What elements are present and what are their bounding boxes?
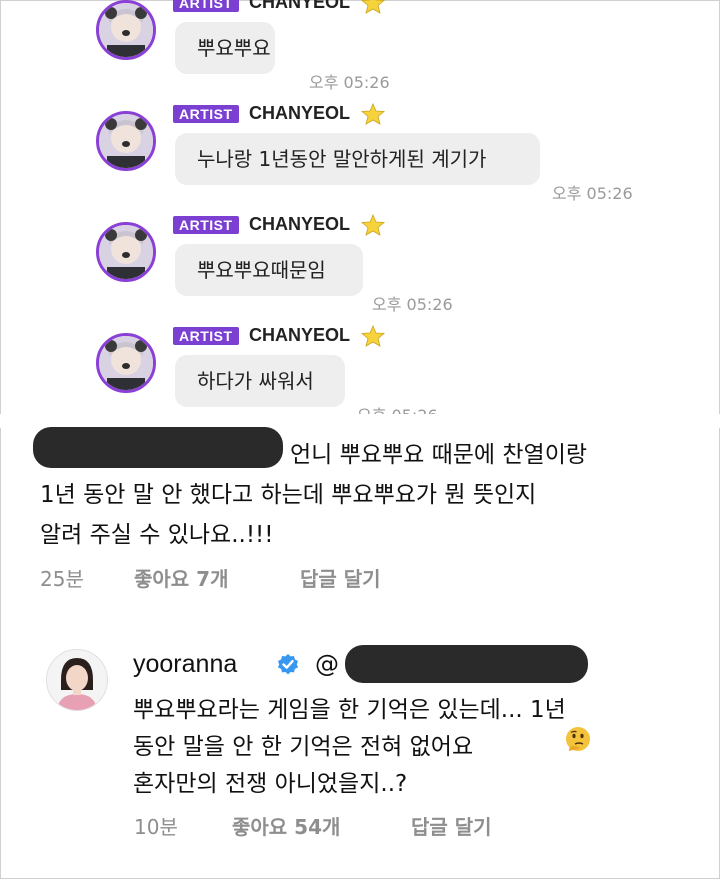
comment-text: 알려 주실 수 있나요..!!! — [40, 522, 274, 548]
mention-at: @ — [315, 650, 339, 678]
comment-text: 혼자만의 전쟁 아니었을지..? — [133, 771, 408, 797]
reply-button[interactable]: 답글 달기 — [411, 811, 492, 840]
sender-name[interactable]: CHANYEOL — [249, 214, 350, 235]
message-bubble[interactable]: 하다가 싸워서 — [175, 355, 345, 407]
avatar[interactable] — [96, 333, 156, 393]
comment-text: 동안 말을 안 한 기억은 전혀 없어요 — [133, 734, 474, 760]
artist-badge: ARTIST — [173, 105, 239, 123]
star-icon — [361, 325, 385, 347]
comment-text: 뿌요뿌요라는 게임을 한 기억은 있는데... 1년 — [133, 697, 566, 723]
comment-age: 10분 — [134, 815, 178, 839]
message-bubble[interactable]: 누나랑 1년동안 말안하게된 계기가 — [175, 133, 540, 185]
avatar[interactable] — [96, 0, 156, 60]
message-bubble[interactable]: 뿌요뿌요 — [175, 22, 275, 74]
comment-text: 언니 뿌요뿌요 때문에 찬열이랑 — [290, 442, 588, 468]
star-icon — [361, 214, 385, 236]
sender-name[interactable]: CHANYEOL — [249, 325, 350, 346]
thinking-face-emoji — [566, 727, 590, 751]
comment-age: 25분 — [40, 567, 84, 591]
like-count-button[interactable]: 좋아요 54개 — [232, 811, 340, 840]
artist-badge: ARTIST — [173, 216, 239, 234]
artist-badge: ARTIST — [173, 0, 239, 12]
message-time: 오후 05:26 — [552, 184, 633, 203]
chat-message: ARTIST CHANYEOL 하다가 싸워서 오후 05:26 — [0, 325, 720, 425]
crop-edge — [0, 414, 720, 428]
sender-name[interactable]: CHANYEOL — [249, 0, 350, 13]
message-bubble[interactable]: 뿌요뿌요때문임 — [175, 244, 363, 296]
artist-badge: ARTIST — [173, 327, 239, 345]
chat-message: ARTIST CHANYEOL 뿌요뿌요때문임 오후 05:26 — [0, 214, 720, 314]
message-time: 오후 05:26 — [309, 73, 390, 92]
redacted-username — [33, 427, 283, 468]
avatar[interactable] — [46, 649, 108, 711]
sender-name[interactable]: CHANYEOL — [249, 103, 350, 124]
chat-message: ARTIST CHANYEOL 뿌요뿌요 오후 05:26 — [0, 0, 720, 92]
star-icon — [361, 103, 385, 125]
verified-badge-icon — [278, 654, 298, 675]
chat-message: ARTIST CHANYEOL 누나랑 1년동안 말안하게된 계기가 오후 05… — [0, 103, 720, 203]
like-count-button[interactable]: 좋아요 7개 — [134, 563, 228, 592]
message-time: 오후 05:26 — [372, 295, 453, 314]
avatar[interactable] — [96, 222, 156, 282]
reply-button[interactable]: 답글 달기 — [300, 563, 381, 592]
avatar[interactable] — [96, 111, 156, 171]
username[interactable]: yooranna — [133, 650, 237, 679]
star-icon — [361, 0, 385, 14]
comment-text: 1년 동안 말 안 했다고 하는데 뿌요뿌요가 뭔 뜻인지 — [40, 482, 537, 508]
redacted-mention — [345, 645, 588, 683]
